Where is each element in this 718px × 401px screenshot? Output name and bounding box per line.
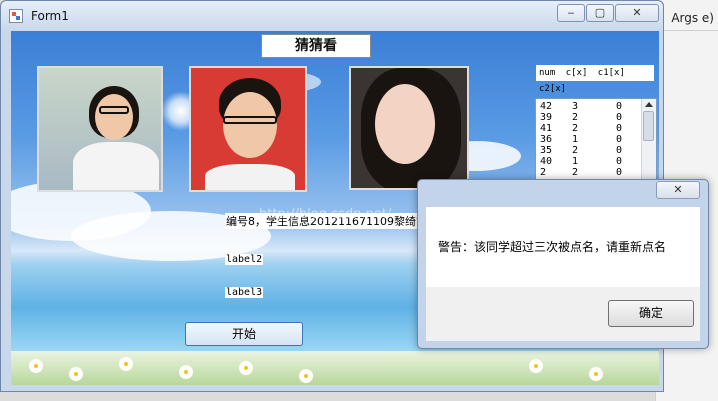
daisy (71, 369, 81, 379)
title-bar[interactable]: Form1 ‒ ▢ ✕ (1, 1, 663, 31)
dialog-message: 警告：该同学超过三次被点名，请重新点名 (438, 240, 667, 254)
window-title: Form1 (31, 9, 69, 23)
cell-num: 35 (540, 145, 553, 156)
photo-glasses (99, 106, 129, 114)
cell-num: 41 (540, 123, 553, 134)
daisy (591, 369, 601, 379)
cell-num: 42 (540, 101, 553, 112)
label3: label3 (225, 287, 264, 298)
cell-c: 1 (572, 134, 579, 145)
list-header: num c[x] c1[x] c2[x] (536, 65, 654, 94)
cell-c1: 0 (616, 123, 623, 134)
cell-num: 39 (540, 112, 553, 123)
minimize-button[interactable]: ‒ (557, 4, 585, 22)
student-photo-3 (349, 66, 469, 190)
dialog-title-bar[interactable]: ✕ (418, 180, 708, 207)
cell-num: 36 (540, 134, 553, 145)
daisy (241, 363, 251, 373)
scroll-up-icon[interactable] (645, 102, 653, 107)
cell-c: 1 (572, 156, 579, 167)
dialog-body: 警告：该同学超过三次被点名，请重新点名 (426, 207, 700, 287)
list-scrollbar[interactable] (641, 99, 656, 183)
close-button[interactable]: ✕ (615, 4, 659, 22)
daisy (531, 361, 541, 371)
page-title: 猜猜看 (261, 34, 371, 58)
list-item[interactable]: 35 2 0 (536, 145, 656, 156)
cell-c1: 0 (616, 156, 623, 167)
app-icon (9, 9, 23, 23)
list-item[interactable]: 40 1 0 (536, 156, 656, 167)
cell-num: 2 (540, 167, 547, 178)
header-num: num (539, 68, 556, 78)
editor-divider (656, 30, 718, 31)
photo-shirt (205, 164, 295, 190)
start-button[interactable]: 开始 (185, 322, 303, 346)
scroll-thumb[interactable] (643, 111, 654, 141)
maximize-icon: ▢ (594, 6, 606, 19)
dialog-close-button[interactable]: ✕ (656, 181, 700, 199)
photo-glasses (223, 116, 277, 124)
watermark-text: http://blog.csdn.net/ (259, 207, 392, 222)
student-photo-1 (37, 66, 163, 192)
header-c: c[x] (565, 68, 588, 78)
photo-face (223, 92, 277, 158)
cell-c: 3 (572, 101, 579, 112)
daisy (301, 371, 311, 381)
header-c2: c2[x] (539, 84, 567, 94)
student-photo-2 (189, 66, 307, 192)
daisy (121, 359, 131, 369)
cell-c: 2 (572, 123, 579, 134)
list-item[interactable]: 39 2 0 (536, 112, 656, 123)
flower-field (11, 351, 659, 385)
daisy (31, 361, 41, 371)
daisy (181, 367, 191, 377)
list-item[interactable]: 36 1 0 (536, 134, 656, 145)
cell-c: 2 (572, 145, 579, 156)
photo-face (375, 84, 435, 164)
cell-c: 2 (572, 167, 579, 178)
close-icon: ✕ (632, 6, 642, 19)
cell-c1: 0 (616, 145, 623, 156)
minimize-icon: ‒ (567, 6, 575, 19)
list-item[interactable]: 42 3 0 (536, 101, 656, 112)
cell-c1: 0 (616, 167, 623, 178)
list-item[interactable]: 41 2 0 (536, 123, 656, 134)
editor-text: Args e) (671, 11, 714, 25)
cell-num: 40 (540, 156, 553, 167)
close-icon: ✕ (673, 183, 683, 196)
warning-dialog: ✕ 警告：该同学超过三次被点名，请重新点名 确定 (417, 179, 709, 349)
count-listbox[interactable]: 42 3 0 39 2 0 41 2 0 36 1 0 35 2 0 40 1 0 220 (535, 98, 657, 184)
photo-face (95, 94, 133, 140)
photo-shirt (73, 142, 159, 190)
cell-c1: 0 (616, 112, 623, 123)
label2: label2 (225, 254, 264, 265)
header-c1: c1[x] (597, 68, 625, 78)
cell-c1: 0 (616, 134, 623, 145)
cell-c: 2 (572, 112, 579, 123)
cell-c1: 0 (616, 101, 623, 112)
maximize-button[interactable]: ▢ (586, 4, 614, 22)
dialog-footer: 确定 (426, 287, 700, 341)
ok-button[interactable]: 确定 (608, 300, 694, 327)
list-item[interactable]: 2 2 0 (536, 167, 656, 178)
